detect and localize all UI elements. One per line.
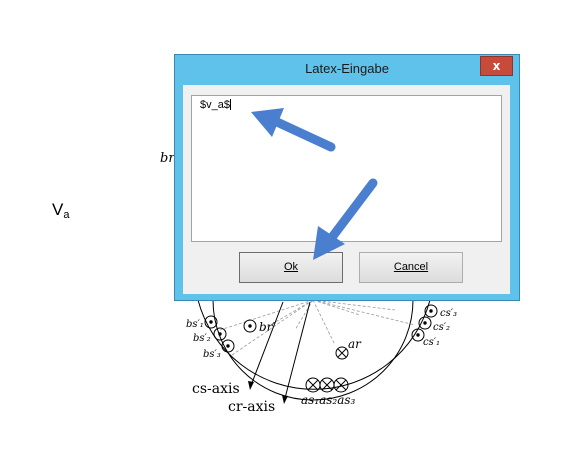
ok-button-label: Ok	[283, 261, 299, 273]
cancel-button-label: Cancel	[393, 261, 429, 273]
stator-outer-arc	[197, 299, 431, 390]
latex-input-field[interactable]: $v_a$	[191, 95, 502, 242]
ar-conductor	[335, 346, 349, 360]
label-bs3: bs′₃	[203, 349, 221, 360]
ok-button[interactable]: Ok	[239, 252, 343, 283]
label-cs2: cs′₂	[433, 322, 450, 333]
close-icon: x	[492, 59, 501, 73]
cr-axis-arrowhead	[282, 395, 288, 404]
dialog-title: Latex-Eingabe	[305, 61, 389, 76]
cs-axis-arrowhead	[248, 381, 254, 390]
label-as: as₁as₂as₃	[301, 393, 356, 407]
label-bs2: bs′₂	[193, 333, 211, 344]
label-ar: ar	[348, 337, 362, 351]
label-cs3: cs′₃	[440, 308, 457, 319]
latex-input-value: $v_a$	[200, 99, 230, 111]
label-brp: br′	[259, 320, 275, 334]
dialog-client-area: $v_a$ Ok Cancel	[183, 85, 510, 294]
label-cr-axis: cr-axis	[228, 399, 275, 415]
latex-input-dialog: Latex-Eingabe x $v_a$ Ok Cancel	[174, 54, 520, 301]
label-cs-axis: cs-axis	[192, 381, 240, 397]
text-caret	[229, 99, 231, 110]
label-bs1: bs′₁	[186, 319, 204, 330]
as-conductors	[305, 377, 349, 393]
close-button[interactable]: x	[480, 56, 513, 76]
dialog-titlebar[interactable]: Latex-Eingabe x	[175, 55, 519, 83]
label-cs1: cs′₁	[423, 337, 440, 348]
cancel-button[interactable]: Cancel	[359, 252, 463, 283]
